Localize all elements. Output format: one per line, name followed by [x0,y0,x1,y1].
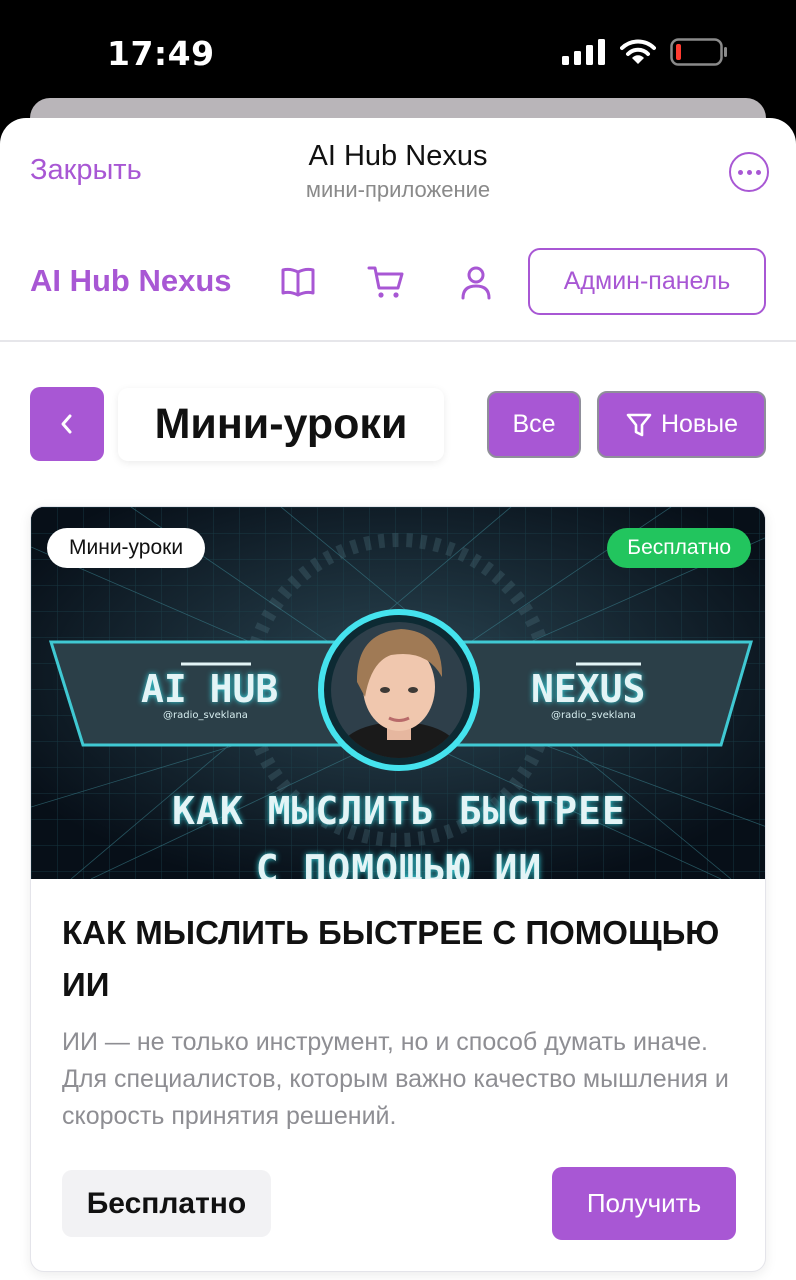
back-button[interactable] [30,387,104,461]
banner-handle-left: @radio_sveklana [163,710,248,721]
filter-icon [626,413,652,436]
banner-headline-line1: КАК МЫСЛИТЬ БЫСТРЕЕ [172,789,626,833]
cart-icon[interactable] [366,262,406,302]
lesson-description: ИИ — не только инструмент, но и способ д… [62,1028,729,1130]
banner-right-word: NEXUS [531,667,646,711]
category-badge: Мини-уроки [47,528,206,568]
lesson-title: КАК МЫСЛИТЬ БЫСТРЕЕ С ПОМОЩЬЮ ИИ [62,914,720,1003]
close-button[interactable]: Закрыть [30,154,142,187]
status-bar: 17:49 [0,0,796,100]
lesson-card[interactable]: AI HUB @radio_sveklana NEXUS @radio_svek… [30,506,766,1272]
banner-handle-right: @radio_sveklana [551,710,636,721]
mini-app-sheet: AI Hub Nexus мини-приложение Закрыть AI … [0,118,796,1280]
user-icon[interactable] [456,262,496,302]
app-header: AI Hub Nexus Админ-панель [0,246,796,342]
status-time: 17:49 [107,34,215,73]
banner-left-word: AI HUB [141,667,279,711]
banner-headline-line2: С ПОМОЩЬЮ ИИ [255,847,543,879]
chevron-left-icon [61,414,72,434]
filter-new-button[interactable]: Новые [597,391,766,458]
more-options-icon[interactable] [729,152,769,192]
lesson-banner-image: AI HUB @radio_sveklana NEXUS @radio_svek… [31,507,765,879]
brand-logo[interactable]: AI Hub Nexus [30,263,232,299]
section-title: Мини-уроки [118,388,444,461]
filter-all-button[interactable]: Все [487,391,581,458]
filter-new-label: Новые [660,410,739,438]
status-icons [562,38,728,66]
free-badge: Бесплатно [607,528,751,568]
book-icon[interactable] [278,262,318,302]
battery-icon [670,38,727,66]
signal-icon [562,39,605,65]
get-button[interactable]: Получить [552,1167,736,1240]
admin-panel-button[interactable]: Админ-панель [528,248,766,315]
wifi-icon [620,39,656,64]
filter-all-label: Все [512,410,556,438]
price-label: Бесплатно [62,1170,271,1237]
